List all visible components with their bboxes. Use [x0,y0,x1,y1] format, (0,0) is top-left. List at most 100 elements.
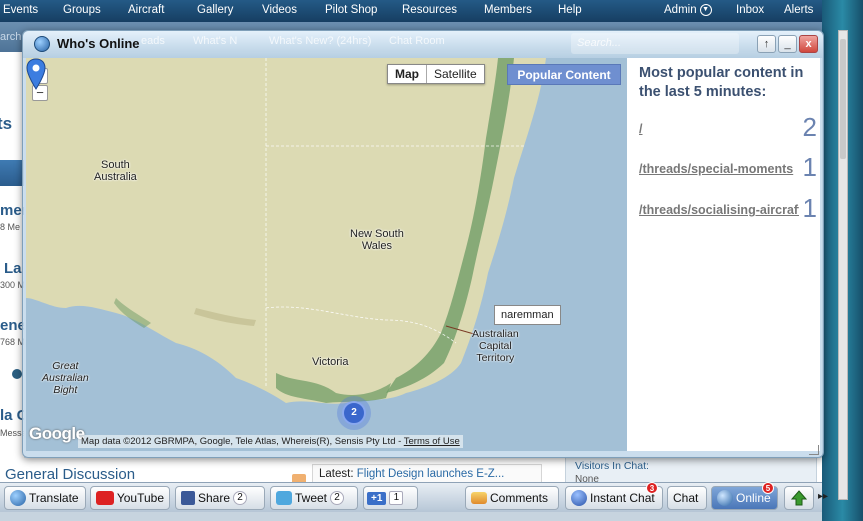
youtube-label: YouTube [116,491,164,505]
nav-videos[interactable]: Videos [262,4,297,16]
instant-chat-button[interactable]: Instant Chat 3 [565,482,663,510]
visitors-in-chat-label: Visitors In Chat: [575,460,649,472]
nav-groups[interactable]: Groups [63,4,101,16]
window-resize-handle[interactable] [809,445,819,455]
popular-heading: Most popular content in the last 5 minut… [639,65,804,100]
youtube-button[interactable]: YouTube [90,486,170,510]
popular-row: /threads/special-moments 1 [639,154,817,180]
label-act: Australian Capital Territory [472,328,519,364]
facebook-icon [181,491,195,505]
page-scrollbar[interactable] [838,30,848,500]
instant-chat-badge: 3 [646,482,658,494]
bg-fragment: la C [0,407,24,424]
label-new-south-wales: New South Wales [350,228,404,252]
toolbar-more-arrow[interactable]: ▸▸ [818,491,828,502]
chevron-down-icon: ▼ [699,4,712,16]
twitter-icon [276,491,292,505]
forum-status-icon [12,369,22,379]
nav-members[interactable]: Members [484,4,532,16]
person-icon [571,490,587,506]
map-view[interactable]: + − Map Satellite Popular Content SouthA… [26,58,627,451]
instant-chat-label: Instant Chat [590,491,655,505]
marker-name-label: naremman [494,305,561,325]
forum-general-discussion[interactable]: General Discussion [5,466,135,483]
popular-count: 1 [802,152,817,182]
ghost-tab: Chat Room [389,35,445,47]
globe-icon [717,490,733,506]
bg-fragment: men [0,202,24,219]
window-titlebar[interactable]: Who's Online eads What's N What's New? (… [23,31,823,58]
ghost-tab: eads [141,35,165,47]
latest-prefix: Latest: [319,468,354,480]
share-label: Share [198,491,231,505]
chat-button[interactable]: Chat [667,486,707,510]
popular-path-link[interactable]: /threads/special-moments [639,162,799,176]
bg-fragment: 768 M [0,337,24,347]
ghost-search-input: Search... [571,33,739,54]
share-count: 2 [233,491,248,505]
tweet-label: Tweet [295,491,328,505]
translate-button[interactable]: Translate [4,486,86,510]
nav-gallery[interactable]: Gallery [197,4,233,16]
tweet-button[interactable]: Tweet 2 [270,486,358,510]
popular-row: /threads/socialising-aircraft 1 [639,195,817,221]
marker-cluster[interactable]: 2 [342,401,366,425]
comments-label: Comments [490,491,549,505]
terms-of-use-link[interactable]: Terms of Use [404,436,460,447]
popular-path-link[interactable]: / [639,122,799,136]
globe-icon [34,36,50,52]
popular-content-button[interactable]: Popular Content [507,64,621,85]
popular-content-panel: Most popular content in the last 5 minut… [627,58,820,451]
admin-label: Admin [664,4,697,16]
window-minimize-button[interactable]: _ [778,35,797,53]
bg-fragment: 8 Me [0,222,21,232]
label-victoria: Victoria [312,356,349,368]
bg-fragment: Messa [0,428,24,438]
popular-path-link[interactable]: /threads/socialising-aircraft [639,203,799,217]
nav-events[interactable]: Events [3,4,38,16]
share-button[interactable]: Share 2 [175,486,265,510]
nav-pilot-shop[interactable]: Pilot Shop [325,4,377,16]
background-section-header [0,160,24,186]
plusone-count: 1 [389,491,404,505]
translate-label: Translate [29,491,79,505]
map-terrain [26,58,627,451]
nav-resources[interactable]: Resources [402,4,457,16]
chat-label: Chat [673,491,699,505]
comments-button[interactable]: Comments [465,486,559,510]
attribution-text: Map data ©2012 GBRMPA, Google, Tele Atla… [81,436,402,447]
scrollbar-thumb[interactable] [840,39,846,159]
map-type-control: Map Satellite [387,64,485,84]
bg-fragment: ene [0,317,24,334]
latest-thread-box: Latest: Flight Design launches E-Z... [312,464,542,484]
page-bottom-strip [0,512,822,521]
label-great-australian-bight: Great Australian Bight [42,360,89,396]
plusone-button[interactable]: +1 1 [363,486,418,510]
youtube-icon [96,491,114,505]
google-logo: Google [29,424,85,443]
comments-icon [471,492,487,504]
top-navigation-bar: Events Groups Aircraft Gallery Videos Pi… [0,0,822,22]
background-forum-list: ts men 8 Me La 300 M ene 768 M la C Mess… [0,52,24,462]
nav-alerts[interactable]: Alerts [784,4,813,16]
nav-inbox[interactable]: Inbox [736,4,764,16]
nav-help[interactable]: Help [558,4,582,16]
nav-aircraft[interactable]: Aircraft [128,4,164,16]
scroll-top-button[interactable] [784,486,814,510]
label-south-australia: South Australia [94,159,137,183]
popular-count: 2 [802,112,817,142]
location-pin-icon[interactable] [26,58,46,90]
map-attribution: Map data ©2012 GBRMPA, Google, Tele Atla… [78,435,463,448]
bg-fragment: 300 M [0,280,24,290]
latest-thread-link[interactable]: Flight Design launches E-Z... [357,468,505,480]
map-type-map-button[interactable]: Map [388,65,427,83]
window-title: Who's Online [57,36,140,51]
nav-admin[interactable]: Admin ▼ [664,4,712,16]
online-button[interactable]: Online 5 [711,482,778,510]
window-up-button[interactable]: ↑ [757,35,776,53]
map-type-satellite-button[interactable]: Satellite [427,65,484,83]
bg-fragment: La [4,260,22,277]
ghost-tab: What's New? (24hrs) [269,35,372,47]
bottom-toolbar: Translate YouTube Share 2 Tweet 2 +1 1 C… [0,482,828,512]
window-close-button[interactable]: x [799,35,818,53]
